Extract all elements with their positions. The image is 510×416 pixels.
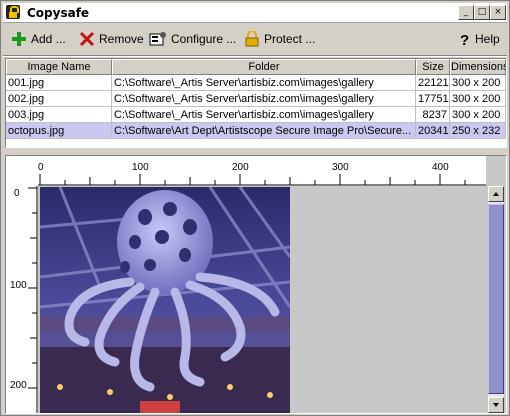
protect-label: Protect ...	[264, 32, 316, 46]
column-header-folder[interactable]: Folder	[112, 59, 416, 75]
cell-folder: C:\Software\_Artis Server\artisbiz.com\i…	[112, 75, 416, 91]
arrow-up-icon	[493, 192, 499, 196]
add-button[interactable]: Add ...	[11, 29, 66, 49]
x-icon	[79, 31, 95, 47]
lock-app-icon	[6, 5, 20, 19]
window-title: Copysafe	[27, 6, 90, 20]
cell-size: 17751	[416, 91, 450, 107]
cell-dimensions: 250 x 232	[450, 123, 506, 139]
cell-size: 8237	[416, 107, 450, 123]
octopus-picture	[40, 187, 290, 413]
ruler-ticks	[38, 174, 486, 186]
table-row[interactable]: 003.jpg C:\Software\_Artis Server\artisb…	[6, 107, 506, 123]
scroll-thumb[interactable]	[488, 204, 504, 394]
arrow-down-icon	[493, 403, 499, 407]
configure-label: Configure ...	[171, 32, 237, 46]
table-row[interactable]: 001.jpg C:\Software\_Artis Server\artisb…	[6, 75, 506, 91]
remove-label: Remove	[99, 32, 144, 46]
scroll-up-button[interactable]	[488, 186, 504, 202]
cell-size: 20341	[416, 123, 450, 139]
minimize-button[interactable]: _	[458, 5, 474, 20]
cell-folder: C:\Software\_Artis Server\artisbiz.com\i…	[112, 91, 416, 107]
table-row-selected[interactable]: octopus.jpg C:\Software\Art Dept\Artists…	[6, 123, 506, 139]
ruler-corner	[6, 156, 38, 186]
configure-icon	[149, 32, 166, 46]
ruler-label: 100	[10, 280, 27, 291]
cell-folder: C:\Software\Art Dept\Artistscope Secure …	[112, 123, 416, 139]
cell-dimensions: 300 x 200	[450, 75, 506, 91]
vertical-scrollbar[interactable]	[488, 186, 504, 413]
ruler-label: 400	[432, 162, 449, 173]
cell-image-name: 003.jpg	[6, 107, 112, 123]
ruler-label: 200	[10, 380, 27, 391]
ruler-label: 100	[132, 162, 149, 173]
maximize-button[interactable]: □	[474, 5, 490, 20]
lock-icon	[245, 31, 259, 47]
ruler-label: 200	[232, 162, 249, 173]
toolbar-divider	[3, 55, 507, 57]
plus-icon	[12, 32, 26, 46]
ruler-label: 300	[332, 162, 349, 173]
svg-text:?: ?	[460, 32, 469, 47]
help-label: Help	[475, 32, 500, 46]
app-window: Copysafe _ □ × Add ... Remove Configure …	[0, 0, 510, 416]
close-button[interactable]: ×	[490, 5, 506, 20]
toolbar: Add ... Remove Configure ... Protect ...…	[3, 24, 507, 54]
cell-image-name: 001.jpg	[6, 75, 112, 91]
title-bar: Copysafe _ □ ×	[3, 3, 507, 23]
cell-size: 22121	[416, 75, 450, 91]
horizontal-ruler: 0 100 200 300 400	[38, 156, 486, 186]
cell-folder: C:\Software\_Artis Server\artisbiz.com\i…	[112, 107, 416, 123]
column-header-image-name[interactable]: Image Name	[6, 59, 112, 75]
ruler-label: 0	[38, 162, 44, 173]
ruler-ticks	[28, 186, 38, 413]
column-header-dimensions[interactable]: Dimensions	[450, 59, 506, 75]
pane-splitter[interactable]	[1, 149, 509, 153]
vertical-ruler: 0 100 200	[6, 186, 38, 413]
octopus-image[interactable]	[40, 187, 290, 413]
image-preview-pane: 0 100 200 300 400 0 100 200	[5, 155, 507, 414]
cell-dimensions: 300 x 200	[450, 107, 506, 123]
configure-button[interactable]: Configure ...	[149, 29, 236, 49]
protect-button[interactable]: Protect ...	[244, 29, 315, 49]
cell-image-name: 002.jpg	[6, 91, 112, 107]
table-row[interactable]: 002.jpg C:\Software\_Artis Server\artisb…	[6, 91, 506, 107]
cell-dimensions: 300 x 200	[450, 91, 506, 107]
image-list[interactable]: Image Name Folder Size Dimensions 001.jp…	[5, 58, 507, 148]
ruler-label: 0	[14, 188, 20, 199]
cell-image-name: octopus.jpg	[6, 123, 112, 139]
add-label: Add ...	[31, 32, 66, 46]
help-button[interactable]: ? Help	[459, 29, 500, 49]
column-header-size[interactable]: Size	[416, 59, 450, 75]
scroll-down-button[interactable]	[488, 397, 504, 413]
question-icon: ?	[460, 32, 469, 47]
remove-button[interactable]: Remove	[79, 29, 144, 49]
